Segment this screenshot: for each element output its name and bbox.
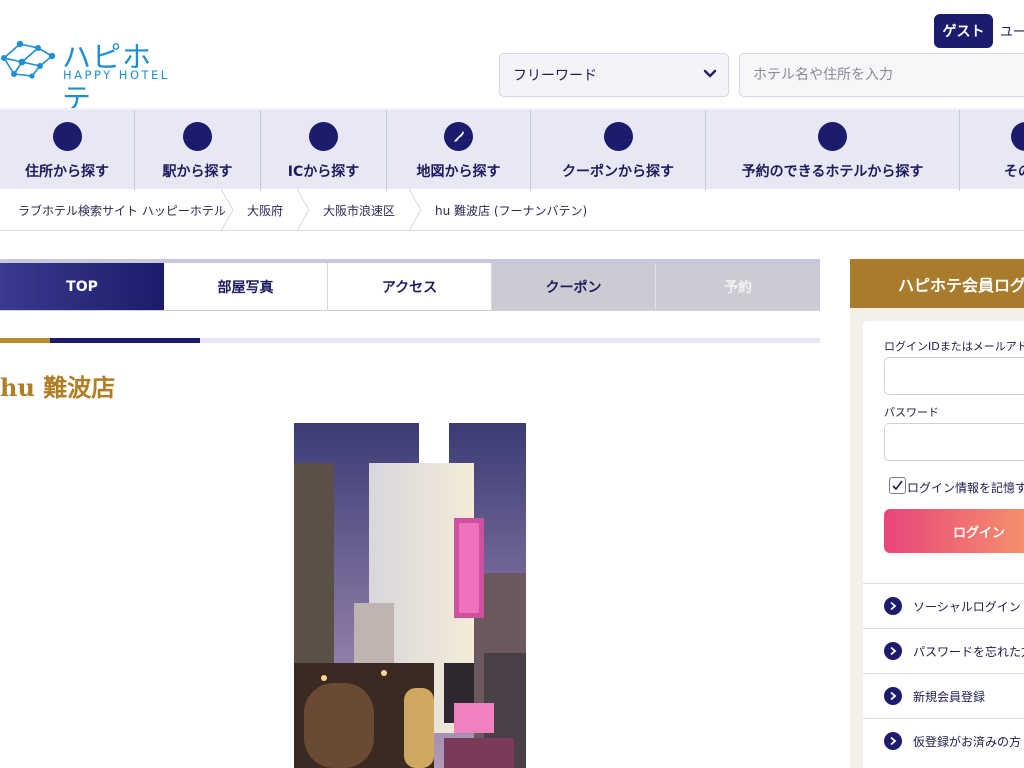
tab-top[interactable]: TOP <box>0 263 164 311</box>
hotel-title: hu 難波店 <box>0 373 116 402</box>
breadcrumb-separator-icon <box>408 189 422 231</box>
register-link[interactable]: 新規会員登録 <box>863 673 1024 718</box>
breadcrumb-current: hu 難波店 (フーナンバテン) <box>435 204 588 218</box>
login-panel-header: ハピホテ会員ログ <box>850 259 1024 308</box>
calendar-icon <box>818 122 847 151</box>
link-label: 新規会員登録 <box>913 689 986 704</box>
breadcrumb-separator-icon <box>296 189 310 231</box>
tab-access[interactable]: アクセス <box>328 263 492 311</box>
network-logo-icon <box>1 40 56 79</box>
link-label: 仮登録がお済みの方 <box>913 734 1022 749</box>
login-button[interactable]: ログイン <box>884 509 1024 553</box>
breadcrumb-item[interactable]: ラブホテル検索サイト ハッピーホテル <box>18 202 226 219</box>
address-icon <box>52 122 82 151</box>
link-label: ソーシャルログイン <box>913 599 1021 614</box>
japan-map-icon <box>444 122 473 151</box>
nav-item-map[interactable]: 地図から探す <box>387 110 531 191</box>
login-id-label: ログインIDまたはメールアドレ <box>884 340 1024 353</box>
page: ハピホテ HAPPY HOTEL ゲスト ユー フリーワード 住所から探す 駅か… <box>0 0 1024 768</box>
search-input[interactable] <box>739 53 1024 97</box>
chevron-down-icon <box>703 69 717 78</box>
checkmark-icon <box>892 480 903 491</box>
freeword-select-value: フリーワード <box>513 68 597 84</box>
user-menu-link[interactable]: ユー <box>1000 21 1024 40</box>
nav-item-reservation[interactable]: 予約のできるホテルから探す <box>706 110 960 191</box>
link-label: パスワードを忘れた方 <box>913 644 1024 659</box>
login-id-input[interactable] <box>884 357 1024 395</box>
section-divider-navy <box>50 338 200 343</box>
freeword-select[interactable]: フリーワード <box>499 53 729 97</box>
tab-room-photos[interactable]: 部屋写真 <box>164 263 328 311</box>
chevron-right-icon <box>884 597 902 615</box>
breadcrumb-separator-icon <box>220 189 234 231</box>
nav-item-other[interactable]: その他 <box>960 110 1024 191</box>
nav-item-label: その他 <box>1004 164 1024 180</box>
password-label: パスワード <box>884 406 939 419</box>
hotel-photo[interactable] <box>294 423 526 768</box>
more-icon <box>1010 122 1024 151</box>
nav-item-label: 地図から探す <box>416 164 501 180</box>
tab-coupon[interactable]: クーポン <box>492 263 656 311</box>
chevron-right-icon <box>884 732 902 750</box>
happy-hotel-logo[interactable]: ハピホテ HAPPY HOTEL <box>0 34 175 116</box>
tab-reservation: 予約 <box>656 263 820 311</box>
nav-item-ic[interactable]: ICから探す <box>261 110 387 191</box>
breadcrumb: ラブホテル検索サイト ハッピーホテル 大阪府 大阪市浪速区 hu 難波店 (フー… <box>0 189 1024 231</box>
remember-checkbox[interactable] <box>889 477 906 494</box>
nav-item-coupon[interactable]: クーポンから探す <box>531 110 706 191</box>
breadcrumb-item[interactable]: 大阪市浪速区 <box>323 202 395 219</box>
provisional-registration-link[interactable]: 仮登録がお済みの方 <box>863 718 1024 763</box>
coupon-icon <box>603 122 633 151</box>
forgot-password-link[interactable]: パスワードを忘れた方 <box>863 628 1024 673</box>
search-method-nav: 住所から探す 駅から探す ICから探す 地図から探す クーポンから探す 予約ので… <box>0 108 1024 191</box>
nav-item-label: ICから探す <box>287 164 360 180</box>
password-input[interactable] <box>884 423 1024 461</box>
social-login-link[interactable]: ソーシャルログイン <box>863 583 1024 628</box>
remember-label: ログイン情報を記憶す <box>907 481 1024 495</box>
chevron-right-icon <box>884 642 902 660</box>
nav-item-station[interactable]: 駅から探す <box>135 110 261 191</box>
chevron-right-icon <box>884 687 902 705</box>
logo-sub-text: HAPPY HOTEL <box>63 68 170 82</box>
nav-item-label: 予約のできるホテルから探す <box>741 164 924 180</box>
car-icon <box>309 122 338 151</box>
section-divider-gold <box>0 338 50 343</box>
breadcrumb-item[interactable]: 大阪府 <box>247 202 283 219</box>
nav-item-label: 住所から探す <box>25 164 109 180</box>
nav-item-label: クーポンから探す <box>562 164 674 180</box>
guest-badge[interactable]: ゲスト <box>934 14 993 48</box>
train-icon <box>183 122 212 151</box>
nav-item-label: 駅から探す <box>162 164 233 180</box>
nav-item-address[interactable]: 住所から探す <box>0 110 135 191</box>
